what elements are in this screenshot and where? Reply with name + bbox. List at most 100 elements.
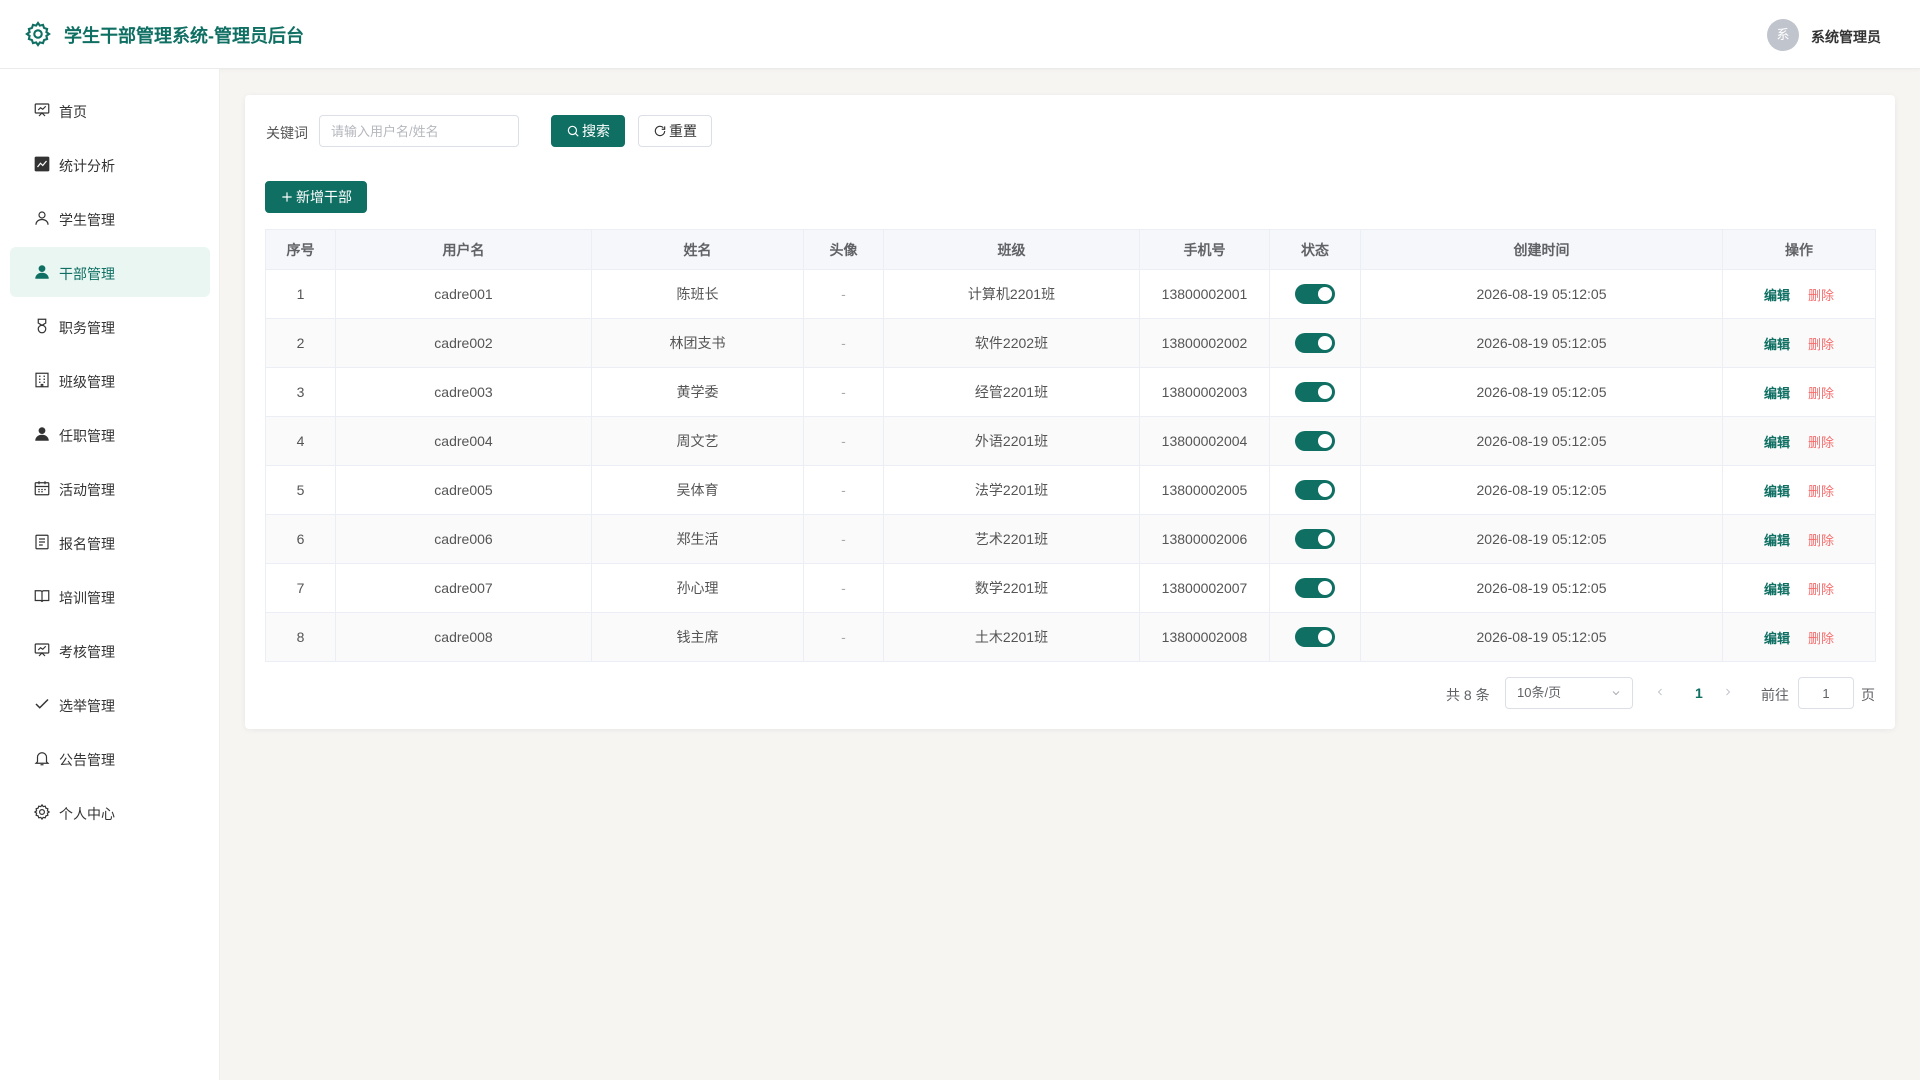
sidebar-item-statistics[interactable]: 统计分析 [10, 139, 210, 189]
sidebar-item-announcements[interactable]: 公告管理 [10, 733, 210, 783]
delete-link[interactable]: 删除 [1808, 484, 1834, 499]
user-outline-icon [35, 211, 49, 225]
delete-link[interactable]: 删除 [1808, 288, 1834, 303]
cell-created: 2026-08-19 05:12:05 [1360, 563, 1723, 613]
cell-status [1269, 318, 1361, 368]
search-input[interactable] [319, 115, 519, 147]
sidebar-item-label: 活动管理 [59, 482, 115, 498]
book-icon [34, 590, 50, 603]
delete-link[interactable]: 删除 [1808, 631, 1834, 646]
sidebar-item-home[interactable]: 首页 [10, 85, 210, 135]
reset-button-label: 重置 [669, 123, 697, 139]
badge-icon [37, 318, 47, 334]
cell-created: 2026-08-19 05:12:05 [1360, 416, 1723, 466]
cell-index: 6 [265, 514, 336, 564]
sidebar-item-label: 任职管理 [59, 428, 115, 444]
add-cadre-button[interactable]: 新增干部 [265, 181, 367, 213]
cell-phone: 13800002006 [1139, 514, 1270, 564]
delete-link[interactable]: 删除 [1808, 533, 1834, 548]
sidebar-item-label: 班级管理 [59, 374, 115, 390]
column-header: 姓名 [591, 229, 804, 270]
cell-created: 2026-08-19 05:12:05 [1360, 612, 1723, 662]
edit-link[interactable]: 编辑 [1764, 386, 1790, 401]
sidebar-item-label: 公告管理 [59, 752, 115, 768]
sidebar-item-cadres[interactable]: 干部管理 [10, 247, 210, 297]
sidebar-item-label: 考核管理 [59, 644, 115, 660]
sidebar-item-training[interactable]: 培训管理 [10, 571, 210, 621]
cell-actions: 编辑 删除 [1722, 514, 1876, 564]
toggle-knob [1318, 581, 1332, 595]
cell-username: cadre007 [335, 563, 592, 613]
table-row: 8 cadre008 钱主席 - 土木2201班 13800002008 202… [265, 612, 1876, 662]
sidebar-item-label: 培训管理 [59, 590, 115, 606]
cell-username: cadre005 [335, 465, 592, 515]
sidebar-item-positions[interactable]: 职务管理 [10, 301, 210, 351]
cell-actions: 编辑 删除 [1722, 465, 1876, 515]
edit-link[interactable]: 编辑 [1764, 288, 1790, 303]
current-page[interactable]: 1 [1695, 685, 1703, 701]
cell-username: cadre004 [335, 416, 592, 466]
edit-link[interactable]: 编辑 [1764, 337, 1790, 352]
cell-status [1269, 612, 1361, 662]
building-icon [35, 372, 49, 388]
delete-link[interactable]: 删除 [1808, 337, 1834, 352]
chevron-left-icon[interactable] [1654, 685, 1666, 699]
status-toggle[interactable] [1295, 284, 1335, 304]
cell-username: cadre008 [335, 612, 592, 662]
toggle-knob [1318, 532, 1332, 546]
column-header: 创建时间 [1360, 229, 1723, 270]
cell-name: 吴体育 [591, 465, 804, 515]
search-icon [567, 125, 579, 137]
search-button[interactable]: 搜索 [551, 115, 625, 147]
delete-link[interactable]: 删除 [1808, 386, 1834, 401]
sidebar: 首页 统计分析 学生管理 干部管理 职务管理 班级管理 任职管理 活动管理 报名… [0, 69, 220, 1080]
table-header-row: 序号 用户名 姓名 头像 班级 手机号 状态 创建时间 操作 [265, 229, 1876, 270]
check-icon [35, 698, 49, 709]
status-toggle[interactable] [1295, 627, 1335, 647]
cell-phone: 13800002007 [1139, 563, 1270, 613]
cell-username: cadre002 [335, 318, 592, 368]
chevron-right-icon[interactable] [1722, 685, 1734, 699]
status-toggle[interactable] [1295, 382, 1335, 402]
edit-link[interactable]: 编辑 [1764, 631, 1790, 646]
sidebar-item-classes[interactable]: 班级管理 [10, 355, 210, 405]
cell-phone: 13800002001 [1139, 269, 1270, 319]
page-size-select[interactable]: 10条/页 [1505, 677, 1633, 709]
sidebar-item-elections[interactable]: 选举管理 [10, 679, 210, 729]
user-name[interactable]: 系统管理员 [1811, 27, 1881, 47]
cell-username: cadre006 [335, 514, 592, 564]
page-unit-label: 页 [1861, 687, 1875, 703]
edit-link[interactable]: 编辑 [1764, 582, 1790, 597]
reset-button[interactable]: 重置 [638, 115, 712, 147]
sidebar-item-registrations[interactable]: 报名管理 [10, 517, 210, 567]
edit-link[interactable]: 编辑 [1764, 533, 1790, 548]
edit-link[interactable]: 编辑 [1764, 435, 1790, 450]
status-toggle[interactable] [1295, 480, 1335, 500]
toggle-knob [1318, 287, 1332, 301]
sidebar-item-appointments[interactable]: 任职管理 [10, 409, 210, 459]
status-toggle[interactable] [1295, 529, 1335, 549]
delete-link[interactable]: 删除 [1808, 582, 1834, 597]
delete-link[interactable]: 删除 [1808, 435, 1834, 450]
edit-link[interactable]: 编辑 [1764, 484, 1790, 499]
sidebar-item-profile[interactable]: 个人中心 [10, 787, 210, 837]
avatar[interactable]: 系 [1767, 19, 1799, 51]
table-row: 7 cadre007 孙心理 - 数学2201班 13800002007 202… [265, 563, 1876, 613]
status-toggle[interactable] [1295, 333, 1335, 353]
bell-icon [34, 752, 50, 766]
sidebar-item-students[interactable]: 学生管理 [10, 193, 210, 243]
cell-index: 7 [265, 563, 336, 613]
goto-page-input[interactable] [1798, 677, 1854, 709]
cell-index: 2 [265, 318, 336, 368]
table-row: 4 cadre004 周文艺 - 外语2201班 13800002004 202… [265, 416, 1876, 466]
cell-avatar: - [803, 514, 884, 564]
status-toggle[interactable] [1295, 431, 1335, 451]
cell-actions: 编辑 删除 [1722, 612, 1876, 662]
chevron-down-icon [1612, 691, 1620, 696]
cell-name: 林团支书 [591, 318, 804, 368]
app-title: 学生干部管理系统-管理员后台 [64, 26, 304, 46]
sidebar-item-activities[interactable]: 活动管理 [10, 463, 210, 513]
status-toggle[interactable] [1295, 578, 1335, 598]
sidebar-item-label: 个人中心 [59, 806, 115, 822]
sidebar-item-assessment[interactable]: 考核管理 [10, 625, 210, 675]
